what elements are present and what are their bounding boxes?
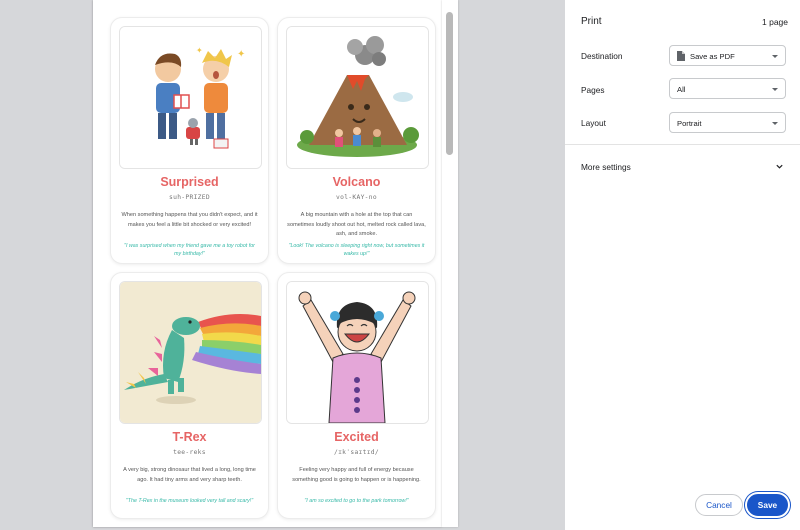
card-word: T-Rex [172,430,207,444]
destination-label: Destination [581,51,623,61]
cheering-girl-image [286,281,429,424]
card-word: Excited [334,430,379,444]
card-pronunciation: suh-PRIZED [169,194,210,201]
vocab-card-excited: Excited /ɪkˈsaɪtɪd/ Feeling very happy a… [277,272,436,519]
chevron-down-icon [772,55,778,58]
pages-label: Pages [581,85,605,95]
more-settings-label: More settings [581,162,631,172]
card-pronunciation: tee-reks [173,449,206,456]
card-word: Volcano [332,175,381,189]
print-settings-panel: Print 1 page Destination Save as PDF Pag… [565,0,800,530]
divider [565,144,800,145]
print-preview-area: ✦ ✦ Surprised suh-PRIZED When something … [0,0,565,530]
vocab-card-t-rex: T-Rex tee-reks A very big, strong dinosa… [110,272,269,519]
card-definition: When something happens that you didn't e… [121,212,258,228]
preview-page: ✦ ✦ Surprised suh-PRIZED When something … [93,0,442,527]
volcano-kids-image [286,26,429,169]
document-icon [677,51,685,61]
card-word: Surprised [160,175,219,189]
scrollbar-thumb[interactable] [446,12,453,155]
layout-label: Layout [581,118,606,128]
destination-value: Save as PDF [690,52,735,61]
dinosaur-rainbow-image [119,281,262,424]
pages-value: All [677,85,686,94]
card-definition: A very big, strong dinosaur that lived a… [123,467,256,483]
cancel-button[interactable]: Cancel [695,494,743,516]
svg-text:✦: ✦ [196,46,203,55]
layout-select[interactable]: Portrait [669,112,786,133]
svg-text:✦: ✦ [237,49,245,60]
card-example: "The T-Rex in the museum looked very tal… [125,498,254,504]
chevron-down-icon [776,164,783,169]
vocab-card-volcano: Volcano vol-KAY-no A big mountain with a… [277,17,436,264]
page-count: 1 page [762,17,788,27]
preview-scrollbar[interactable] [442,0,458,527]
layout-value: Portrait [677,119,702,128]
card-example: "I was surprised when my friend gave me … [124,243,255,257]
vocab-card-surprised: ✦ ✦ Surprised suh-PRIZED When something … [110,17,269,264]
print-title: Print [581,16,602,27]
card-pronunciation: vol-KAY-no [336,194,377,201]
card-example: "Look! The volcano is sleeping right now… [288,243,425,257]
more-settings-toggle[interactable]: More settings [565,154,800,180]
pages-select[interactable]: All [669,78,786,99]
two-boys-gift-robot-image: ✦ ✦ [119,26,262,169]
save-button[interactable]: Save [747,494,788,516]
chevron-down-icon [772,122,778,125]
card-definition: A big mountain with a hole at the top th… [287,212,426,238]
card-definition: Feeling very happy and full of energy be… [292,467,421,483]
destination-select[interactable]: Save as PDF [669,45,786,66]
card-example: "I am so excited to go to the park tomor… [304,498,409,504]
chevron-down-icon [772,88,778,91]
card-pronunciation: /ɪkˈsaɪtɪd/ [333,449,379,456]
